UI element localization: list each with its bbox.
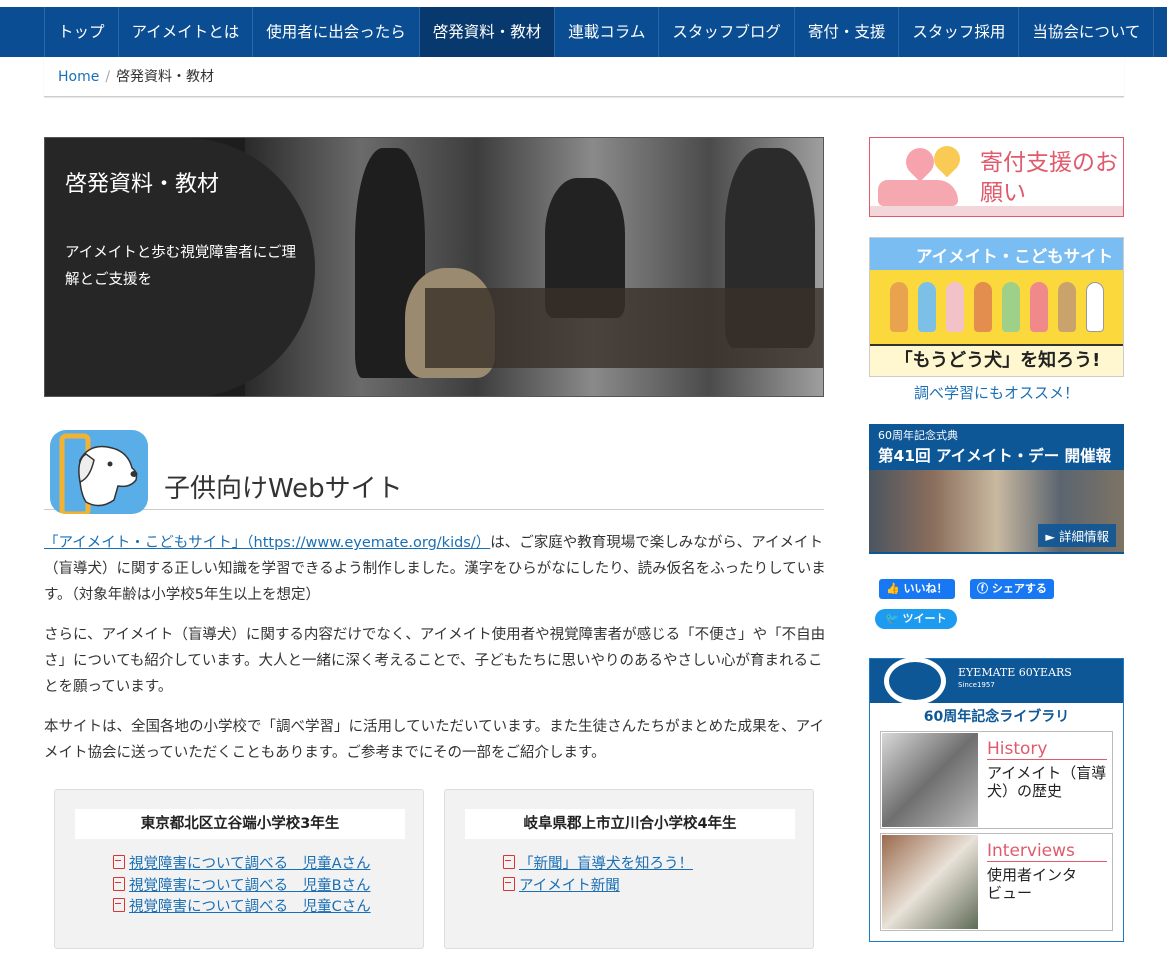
pdf-icon (113, 855, 125, 869)
tweet-button[interactable]: 🐦 ツイート (875, 609, 957, 629)
kids-banner-title: アイメイト・こどもサイト (916, 247, 1114, 266)
breadcrumb-separator: / (105, 69, 111, 85)
nav-staff-blog[interactable]: スタッフブログ (659, 7, 795, 57)
sixty-logo-icon (884, 657, 946, 705)
library-title: 60周年記念ライブラリ (923, 709, 1070, 725)
kids-banner-caption: 「もうどう犬」を知ろう! (870, 344, 1123, 376)
pdf-icon (113, 898, 125, 912)
hero-title: 啓発資料・教材 (65, 172, 220, 197)
nav-about-eyemate[interactable]: アイメイトとは (119, 7, 254, 57)
heart-icon (928, 140, 966, 178)
details-button[interactable]: ► 詳細情報 (1038, 524, 1116, 547)
history-description: アイメイト（盲導犬）の歴史 (987, 764, 1107, 800)
nav-top[interactable]: トップ (44, 7, 119, 57)
pdf-link[interactable]: 「新聞」盲導犬を知ろう！ (503, 854, 693, 876)
interviews-card[interactable]: Interviews 使用者インタビュー (880, 833, 1113, 931)
section-title: 子供向けWebサイト (164, 474, 403, 504)
breadcrumb-current: 啓発資料・教材 (116, 69, 215, 85)
library-brand: EYEMATE 60YEARS (958, 666, 1072, 679)
guide-dog-icon (50, 430, 148, 514)
nav-recruit[interactable]: スタッフ採用 (899, 7, 1020, 57)
history-card[interactable]: History アイメイト（盲導犬）の歴史 (880, 731, 1113, 829)
main-nav: トップ アイメイトとは 使用者に出会ったら 啓発資料・教材 連載コラム スタッフ… (0, 7, 1167, 57)
kids-site-link[interactable]: 「アイメイト・こどもサイト」（https://www.eyemate.org/k… (44, 535, 490, 551)
kids-site-banner[interactable]: アイメイト・こどもサイト 「もうどう犬」を知ろう! (869, 237, 1124, 377)
thumbs-up-icon: 👍 (886, 582, 904, 595)
nav-materials[interactable]: 啓発資料・教材 (419, 7, 556, 57)
pdf-icon (503, 855, 515, 869)
twitter-bird-icon: 🐦 (885, 612, 903, 625)
paragraph-3: 本サイトは、全国各地の小学校で「調べ学習」に活用していただいています。また生徒さ… (44, 719, 824, 761)
interviews-keyword: Interviews (987, 841, 1107, 862)
interview-photo (882, 835, 978, 929)
pdf-link[interactable]: 視覚障害について調べる 児童Bさん (113, 876, 371, 898)
paragraph-2: さらに、アイメイト（盲導犬）に関する内容だけでなく、アイメイト使用者や視覚障害者… (44, 627, 826, 695)
donation-banner-text: 寄付支援のお願い (980, 150, 1118, 206)
section-header: 子供向けWebサイト (44, 428, 824, 514)
anniversary-title: 第41回 アイメイト・デー 開催報告 (869, 444, 1124, 490)
breadcrumb-home-link[interactable]: Home (58, 69, 99, 85)
history-photo (882, 733, 978, 827)
school-box-gifu: 岐阜県郡上市立川合小学校4年生 「新聞」盲導犬を知ろう！ アイメイト新聞 (444, 789, 814, 949)
pdf-link[interactable]: アイメイト新聞 (503, 876, 693, 898)
nav-association[interactable]: 当協会について (1019, 7, 1155, 57)
anniversary-report-banner[interactable]: 60周年記念式典 第41回 アイメイト・デー 開催報告 ► 詳細情報 (869, 424, 1124, 554)
pdf-icon (503, 876, 515, 891)
school-box-title: 東京都北区立谷端小学校3年生 (75, 809, 405, 839)
intro-paragraph: 「アイメイト・こどもサイト」（https://www.eyemate.org/k… (44, 530, 826, 608)
school-box-tokyo: 東京都北区立谷端小学校3年生 視覚障害について調べる 児童Aさん 視覚障害につい… (54, 789, 424, 949)
hero-banner: 啓発資料・教材 アイメイトと歩む視覚障害者にご理解とご支援を (44, 137, 824, 397)
library-since: Since1957 (958, 681, 995, 689)
nav-columns[interactable]: 連載コラム (555, 7, 660, 57)
pdf-icon (113, 876, 125, 891)
interviews-description: 使用者インタビュー (987, 866, 1078, 902)
hero-subtitle: アイメイトと歩む視覚障害者にご理解とご支援を (65, 245, 296, 288)
anniversary-library: EYEMATE 60YEARS Since1957 60周年記念ライブラリ Hi… (869, 657, 1124, 942)
history-keyword: History (987, 739, 1107, 760)
facebook-like-button[interactable]: 👍 いいね！ (879, 579, 955, 599)
nav-meet-users[interactable]: 使用者に出会ったら (253, 7, 420, 57)
pdf-link[interactable]: 視覚障害について調べる 児童Aさん (113, 854, 371, 876)
anniversary-label: 60周年記念式典 (878, 429, 958, 442)
nav-donation[interactable]: 寄付・支援 (795, 7, 900, 57)
facebook-share-button[interactable]: ⓕ シェアする (970, 579, 1054, 599)
kids-site-caption-link[interactable]: 調べ学習にもオススメ！ (869, 382, 1124, 403)
pdf-link[interactable]: 視覚障害について調べる 児童Cさん (113, 897, 371, 919)
donation-banner[interactable]: 寄付支援のお願い (869, 137, 1124, 217)
school-box-title: 岐阜県郡上市立川合小学校4年生 (465, 809, 795, 839)
breadcrumb: Home / 啓発資料・教材 (44, 57, 1124, 97)
facebook-icon: ⓕ (977, 582, 992, 595)
hero-photo (245, 138, 823, 396)
hand-icon (878, 180, 958, 206)
